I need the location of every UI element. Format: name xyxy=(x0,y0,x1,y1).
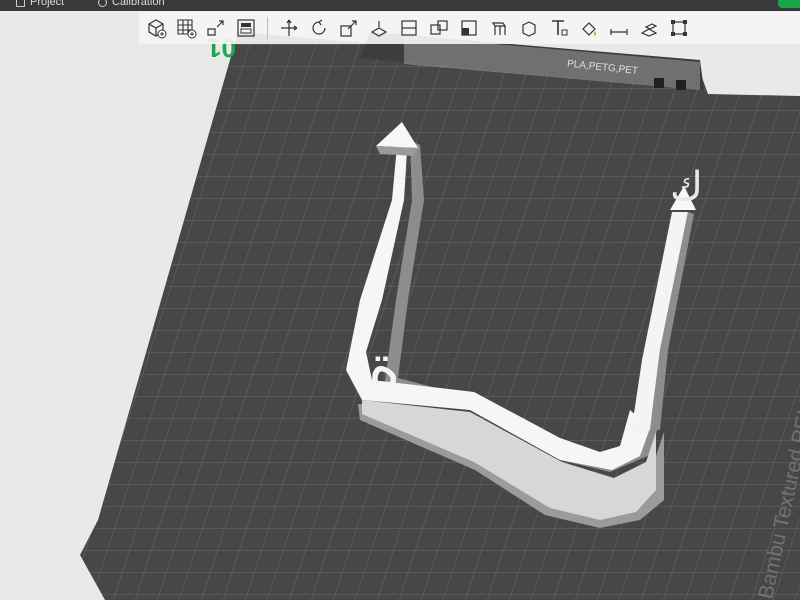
cut-icon[interactable] xyxy=(396,15,422,41)
layout-icon[interactable] xyxy=(67,352,139,404)
split-objects-icon[interactable] xyxy=(426,15,452,41)
move-icon[interactable] xyxy=(276,15,302,41)
auto-orient-icon[interactable] xyxy=(203,15,229,41)
filament-icon[interactable] xyxy=(90,292,157,340)
auto-label: AUTO xyxy=(90,442,114,455)
model-glyph-top: ة xyxy=(368,330,400,403)
scale-icon[interactable] xyxy=(336,15,362,41)
tab-project-label: Project xyxy=(30,0,65,8)
text-icon[interactable] xyxy=(546,15,572,41)
auto-orient-plate-icon[interactable]: AUTO xyxy=(51,414,123,466)
seam-paint-icon[interactable] xyxy=(516,15,542,41)
window-titlebar: Project Calibration xyxy=(0,0,800,11)
tab-project[interactable]: Project xyxy=(16,0,64,8)
tab-calibration[interactable]: Calibration xyxy=(98,0,165,8)
hexagon-orient-icon[interactable] xyxy=(101,230,173,280)
plate-settings-icon[interactable] xyxy=(654,78,664,88)
window-action-button[interactable] xyxy=(778,0,800,8)
add-cube-icon[interactable] xyxy=(143,15,169,41)
add-plate-icon[interactable] xyxy=(173,15,199,41)
boolean-icon[interactable] xyxy=(666,15,692,41)
assembly-icon[interactable] xyxy=(636,15,662,41)
close-icon[interactable] xyxy=(16,478,89,534)
plate-grid-icon[interactable] xyxy=(676,80,686,90)
support-paint-icon[interactable] xyxy=(486,15,512,41)
model-glyph-right: ك xyxy=(670,164,703,210)
calibration-icon xyxy=(98,0,107,7)
arrange-icon[interactable] xyxy=(233,15,259,41)
tab-calibration-label: Calibration xyxy=(112,0,165,8)
toolbar-separator xyxy=(267,17,268,39)
project-icon xyxy=(16,0,25,7)
lay-on-face-icon[interactable] xyxy=(366,15,392,41)
measure-icon[interactable] xyxy=(606,15,632,41)
rotate-icon[interactable] xyxy=(306,15,332,41)
color-paint-icon[interactable] xyxy=(576,15,602,41)
main-toolbar xyxy=(139,12,800,44)
plate-tool-panel: AUTO xyxy=(16,222,186,562)
split-parts-icon[interactable] xyxy=(456,15,482,41)
